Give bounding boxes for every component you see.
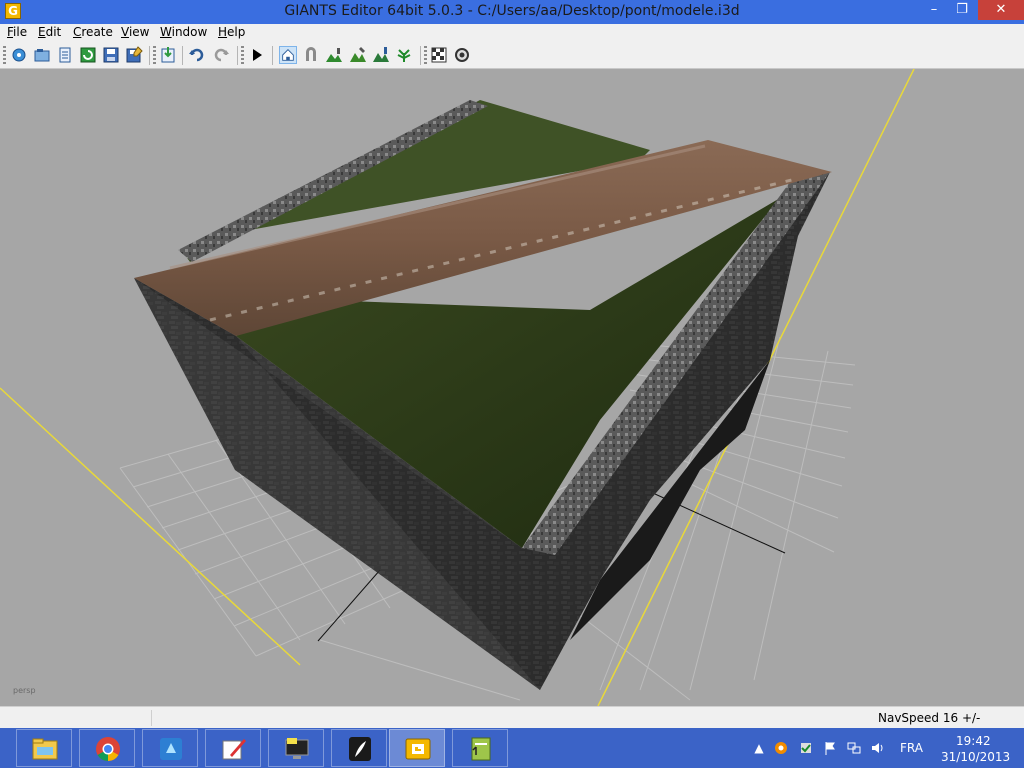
window-title: GIANTS Editor 64bit 5.0.3 - C:/Users/aa/… [284,3,740,19]
minimize-button[interactable]: – [920,0,948,20]
taskbar: ▲ FRA 19:42 31/10/2013 [0,728,1024,768]
menu-window[interactable]: Window [160,25,207,39]
new-icon[interactable] [10,46,28,64]
clock-date[interactable]: 31/10/2013 [941,750,1010,764]
play-icon[interactable] [248,46,266,64]
scene-canvas[interactable] [0,69,1024,706]
plant-icon[interactable] [395,46,413,64]
3d-viewport[interactable]: persp [0,69,1024,706]
taskbar-file-explorer[interactable] [16,729,72,767]
open-icon[interactable] [33,46,51,64]
redo-icon[interactable] [212,46,230,64]
save-icon[interactable] [102,46,120,64]
volume-icon[interactable] [871,741,885,755]
select-mode-icon[interactable] [279,46,297,64]
taskbar-giants-editor[interactable] [389,729,445,767]
refresh-icon[interactable] [79,46,97,64]
import-icon[interactable] [159,46,177,64]
language-indicator[interactable]: FRA [900,741,923,755]
flag-icon[interactable] [823,741,837,755]
navspeed-status[interactable]: NavSpeed 16 +/- [878,711,980,725]
toolbar-grip[interactable] [3,46,6,65]
paint-icon [222,739,246,760]
maximize-button[interactable]: ❐ [948,0,976,20]
taskbar-chrome[interactable] [79,729,135,767]
terrain-paint-icon[interactable] [325,46,343,64]
render-settings-icon[interactable] [430,46,448,64]
menu-view[interactable]: View [121,25,149,39]
avast-icon[interactable] [774,741,788,755]
network-status-icon[interactable] [847,741,861,755]
menu-help[interactable]: Help [218,25,245,39]
giants-editor-icon [405,738,431,760]
toolbar [0,43,1024,69]
camera-label: persp [13,686,36,695]
toolbar-grip[interactable] [153,46,156,65]
clock-time[interactable]: 19:42 [956,734,991,748]
taskbar-quill[interactable] [331,729,387,767]
status-bar: NavSpeed 16 +/- [0,706,1024,729]
terrain-sculpt-icon[interactable] [349,46,367,64]
save-as-icon[interactable] [125,46,143,64]
toolbar-grip[interactable] [424,46,427,65]
menu-edit[interactable]: Edit [38,25,61,39]
check-icon[interactable] [799,741,813,755]
app-blue-icon [160,738,182,760]
tray-expand-icon[interactable]: ▲ [752,741,766,755]
title-bar[interactable]: G GIANTS Editor 64bit 5.0.3 - C:/Users/a… [0,0,1024,24]
menu-create[interactable]: Create [73,25,113,39]
file-explorer-icon [32,738,58,760]
menu-file[interactable]: File [7,25,27,39]
network-icon[interactable] [453,46,471,64]
toolbar-separator [272,46,273,65]
notepad-icon [471,737,491,761]
undo-icon[interactable] [188,46,206,64]
taskbar-paint[interactable] [205,729,261,767]
foliage-icon[interactable] [372,46,390,64]
monitor-icon [285,738,309,759]
chrome-icon [96,737,120,761]
close-button[interactable]: ✕ [978,0,1024,20]
toolbar-separator [182,46,183,65]
menu-bar: File Edit Create View Window Help [0,24,1024,43]
taskbar-monitor[interactable] [268,729,324,767]
toolbar-grip[interactable] [241,46,244,65]
toolbar-separator [149,46,150,65]
move-mode-icon[interactable] [302,46,320,64]
quill-icon [349,737,371,761]
taskbar-app-blue[interactable] [142,729,198,767]
bridge-model[interactable] [134,100,832,690]
toolbar-separator [420,46,421,65]
status-separator [151,710,152,726]
axis-black-line [317,569,381,642]
taskbar-notepad[interactable] [452,729,508,767]
toolbar-separator [237,46,238,65]
open-list-icon[interactable] [56,46,74,64]
